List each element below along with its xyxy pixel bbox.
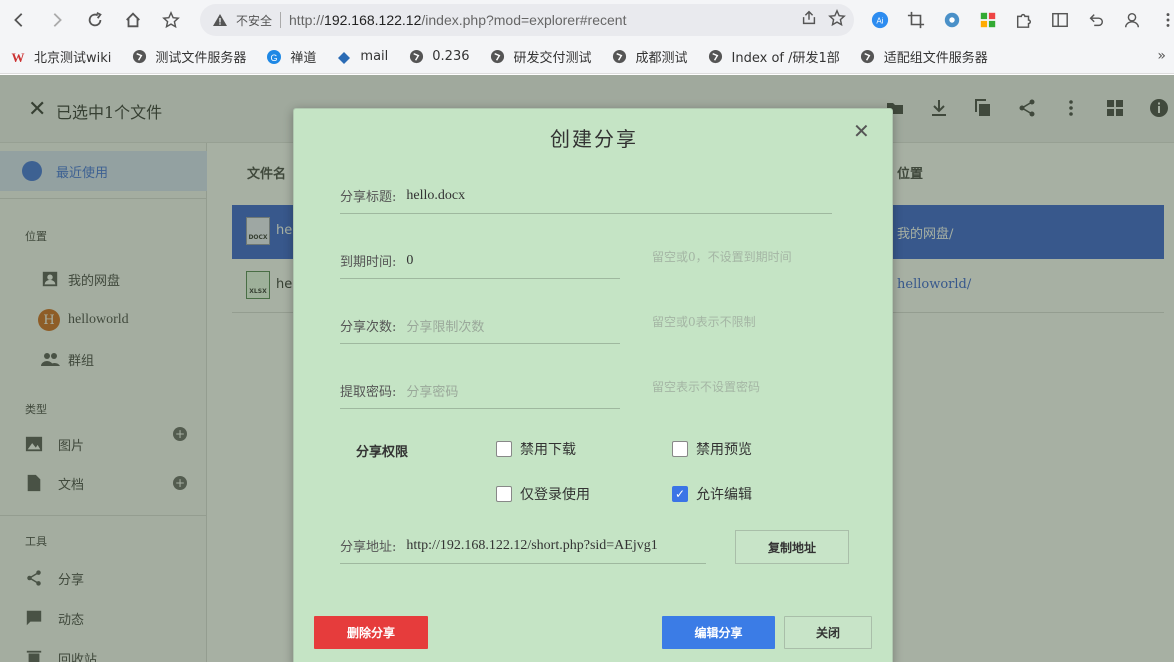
profile-icon[interactable] bbox=[1114, 0, 1150, 40]
url-separator bbox=[280, 12, 282, 28]
permission-label: 分享权限 bbox=[356, 445, 409, 460]
copy-link-button[interactable]: 复制地址 bbox=[735, 530, 849, 564]
bookmark-label: 适配组文件服务器 bbox=[883, 51, 988, 66]
check-icon[interactable]: ✓ bbox=[672, 486, 688, 502]
globe-icon bbox=[860, 49, 876, 65]
forward-icon[interactable] bbox=[38, 0, 76, 40]
password-input[interactable]: 分享密码 bbox=[406, 381, 458, 400]
edit-share-button[interactable]: 编辑分享 bbox=[662, 616, 775, 649]
grid-extension-icon[interactable] bbox=[970, 0, 1006, 40]
bookmark-item[interactable]: W 北京测试wiki bbox=[10, 47, 112, 67]
bookmark-item[interactable]: mail bbox=[336, 49, 388, 65]
share-page-icon[interactable] bbox=[800, 9, 818, 31]
wiki-icon: W bbox=[10, 49, 26, 65]
close-icon[interactable]: ✕ bbox=[853, 119, 870, 143]
bookmark-label: 禅道 bbox=[290, 51, 317, 66]
sidebar-icon[interactable] bbox=[1042, 0, 1078, 40]
globe-icon bbox=[490, 49, 506, 65]
address-bar[interactable]: 不安全 http://192.168.122.12/index.php?mod=… bbox=[200, 4, 854, 36]
bookmark-label: 0.236 bbox=[432, 49, 470, 64]
insecure-label: 不安全 bbox=[236, 13, 273, 28]
no-download-checkbox[interactable]: 禁用下载 bbox=[496, 439, 576, 459]
close-button[interactable]: 关闭 bbox=[784, 616, 872, 649]
bookmark-item[interactable]: 0.236 bbox=[408, 49, 470, 65]
checkbox-box[interactable] bbox=[496, 486, 512, 502]
password-field[interactable]: 提取密码: 分享密码 bbox=[340, 373, 620, 409]
globe-icon bbox=[708, 49, 724, 65]
login-only-checkbox[interactable]: 仅登录使用 bbox=[496, 484, 590, 504]
bookmark-item[interactable]: 适配组文件服务器 bbox=[860, 47, 988, 66]
back-icon[interactable] bbox=[0, 0, 38, 40]
bookmark-item[interactable]: G 禅道 bbox=[266, 47, 316, 66]
bookmarks-bar: W 北京测试wiki 测试文件服务器 G 禅道 mail 0.236 研发交付测试 … bbox=[0, 40, 1174, 74]
menu-dots-icon[interactable] bbox=[1150, 0, 1174, 40]
no-preview-checkbox[interactable]: 禁用预览 bbox=[672, 439, 752, 459]
expire-label: 到期时间: bbox=[340, 255, 397, 270]
share-count-hint: 留空或0表示不限制 bbox=[652, 315, 756, 329]
checkbox-box[interactable] bbox=[496, 441, 512, 457]
bookmark-label: Index of /研发1部 bbox=[731, 51, 840, 66]
bookmark-star-icon[interactable] bbox=[828, 8, 846, 31]
circle-extension-icon[interactable] bbox=[934, 0, 970, 40]
svg-text:Ai: Ai bbox=[876, 17, 883, 26]
bookmark-item[interactable]: 研发交付测试 bbox=[490, 47, 592, 66]
share-link-input[interactable]: http://192.168.122.12/short.php?sid=AEjv… bbox=[406, 538, 657, 554]
undo-icon[interactable] bbox=[1078, 0, 1114, 40]
share-count-input[interactable]: 分享限制次数 bbox=[406, 316, 484, 335]
expire-hint: 留空或0，不设置到期时间 bbox=[652, 250, 792, 264]
mail-icon bbox=[336, 49, 352, 65]
puzzle-icon[interactable] bbox=[1006, 0, 1042, 40]
dialog-title: 创建分享 bbox=[550, 127, 638, 151]
globe-icon bbox=[612, 49, 628, 65]
password-label: 提取密码: bbox=[340, 385, 397, 400]
crop-icon[interactable] bbox=[898, 0, 934, 40]
ai-extension-icon[interactable]: Ai bbox=[862, 0, 898, 40]
star-icon[interactable] bbox=[152, 0, 190, 40]
svg-text:G: G bbox=[271, 53, 278, 63]
share-count-label: 分享次数: bbox=[340, 320, 397, 335]
chevron-right-icon[interactable]: » bbox=[1157, 48, 1166, 64]
delete-share-button[interactable]: 删除分享 bbox=[314, 616, 428, 649]
create-share-dialog: 创建分享 ✕ 分享标题: hello.docx 到期时间: 0 留空或0，不设置… bbox=[293, 108, 893, 662]
bookmark-label: 成都测试 bbox=[635, 51, 688, 66]
bookmark-label: 北京测试wiki bbox=[34, 51, 112, 66]
share-link-label: 分享地址: bbox=[340, 540, 397, 555]
globe-icon bbox=[131, 49, 147, 65]
extension-icons: Ai bbox=[862, 0, 1174, 40]
bookmark-item[interactable]: 成都测试 bbox=[612, 47, 688, 66]
bookmark-label: 测试文件服务器 bbox=[155, 51, 247, 66]
svg-text:W: W bbox=[12, 50, 25, 65]
share-count-field[interactable]: 分享次数: 分享限制次数 bbox=[340, 308, 620, 344]
share-title-input[interactable]: hello.docx bbox=[406, 188, 465, 204]
expire-field[interactable]: 到期时间: 0 bbox=[340, 243, 620, 279]
zentao-icon: G bbox=[266, 49, 282, 65]
expire-input[interactable]: 0 bbox=[406, 253, 413, 269]
bookmark-item[interactable]: Index of /研发1部 bbox=[708, 47, 840, 66]
reload-icon[interactable] bbox=[76, 0, 114, 40]
share-title-field[interactable]: 分享标题: hello.docx bbox=[340, 178, 832, 214]
bookmark-item[interactable]: 测试文件服务器 bbox=[131, 47, 246, 66]
home-icon[interactable] bbox=[114, 0, 152, 40]
share-title-label: 分享标题: bbox=[340, 190, 397, 205]
checkbox-box[interactable] bbox=[672, 441, 688, 457]
password-hint: 留空表示不设置密码 bbox=[652, 380, 761, 394]
bookmark-label: mail bbox=[360, 49, 389, 64]
allow-edit-checkbox[interactable]: ✓ 允许编辑 bbox=[672, 484, 752, 504]
warning-icon bbox=[212, 12, 228, 28]
url-text: http://192.168.122.12/index.php?mod=expl… bbox=[289, 12, 627, 28]
bookmark-label: 研发交付测试 bbox=[513, 51, 592, 66]
globe-icon bbox=[408, 49, 424, 65]
share-link-field[interactable]: 分享地址: http://192.168.122.12/short.php?si… bbox=[340, 528, 706, 564]
